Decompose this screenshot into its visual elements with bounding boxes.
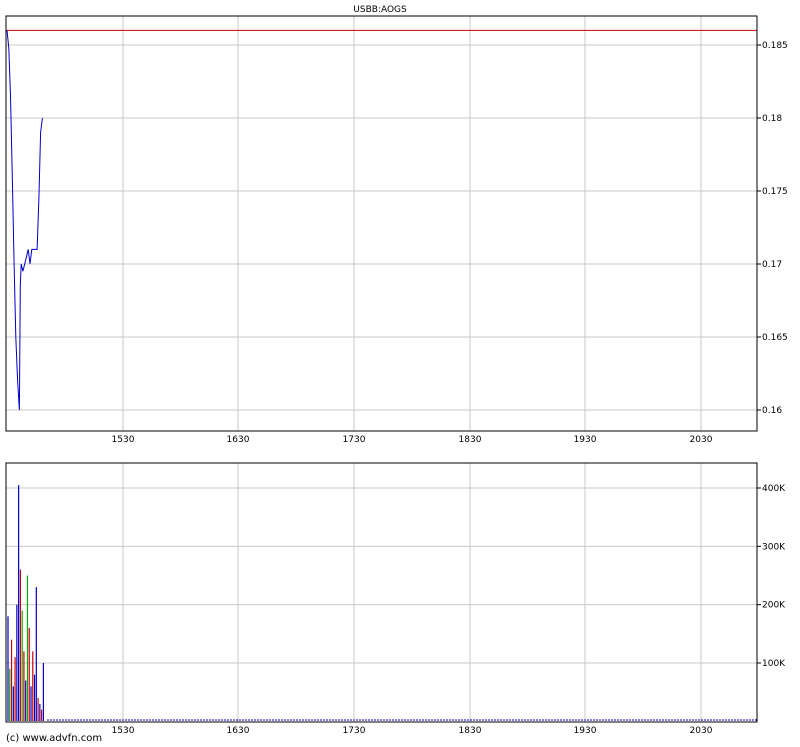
volume-grid [6, 463, 757, 722]
price-x-tick-label: 1730 [343, 435, 366, 445]
volume-frame [5, 462, 758, 723]
volume-x-axis: 1530 1630 1730 1830 1930 2030 [112, 726, 713, 736]
price-x-axis: 1530 1630 1730 1830 1930 2030 [112, 435, 713, 445]
price-y-tick-label: 0.17 [762, 260, 782, 270]
volume-y-tick-label: 100K [762, 659, 786, 669]
copyright-footer: (c) www.advfn.com [6, 733, 103, 744]
price-y-tick-label: 0.18 [762, 114, 782, 124]
volume-y-tick-label: 300K [762, 542, 786, 552]
volume-y-axis: 400K 300K 200K 100K [757, 484, 786, 669]
price-series-line [6, 30, 43, 411]
price-x-tick-label: 2030 [690, 435, 713, 445]
price-x-tick-label: 1530 [112, 435, 135, 445]
chart-title: USBB:AOGS [353, 5, 407, 15]
price-panel: 1530 1630 1730 1830 1930 2030 0.1850.180.1750… [5, 15, 788, 445]
price-x-tick-label: 1630 [227, 435, 250, 445]
price-series [6, 30, 43, 411]
volume-x-tick-label: 1530 [112, 726, 135, 736]
volume-x-tick-label: 2030 [690, 726, 713, 736]
volume-panel: 1530 1630 1730 1830 1930 2030 400K 300K 200K 100… [5, 462, 786, 736]
price-frame [5, 15, 758, 432]
price-x-tick-label: 1930 [574, 435, 597, 445]
price-y-tick-label: 0.16 [762, 406, 782, 416]
volume-y-tick-label: 400K [762, 484, 786, 494]
price-y-tick-label: 0.185 [762, 41, 788, 51]
volume-x-tick-label: 1830 [459, 726, 482, 736]
price-x-tick-label: 1830 [459, 435, 482, 445]
price-grid [6, 16, 757, 431]
volume-x-tick-label: 1730 [343, 726, 366, 736]
price-y-axis: 0.185 0.18 0.175 0.17 0.165 0.16 [757, 41, 788, 416]
chart-canvas: USBB:AOGS 1530 1630 1730 1830 1930 2030 0.185… [5, 5, 788, 736]
volume-x-tick-label: 1630 [227, 726, 250, 736]
volume-x-tick-label: 1930 [574, 726, 597, 736]
volume-y-tick-label: 200K [762, 601, 786, 611]
volume-bars [7, 485, 757, 721]
price-y-tick-label: 0.175 [762, 187, 788, 197]
price-y-tick-label: 0.165 [762, 333, 788, 343]
